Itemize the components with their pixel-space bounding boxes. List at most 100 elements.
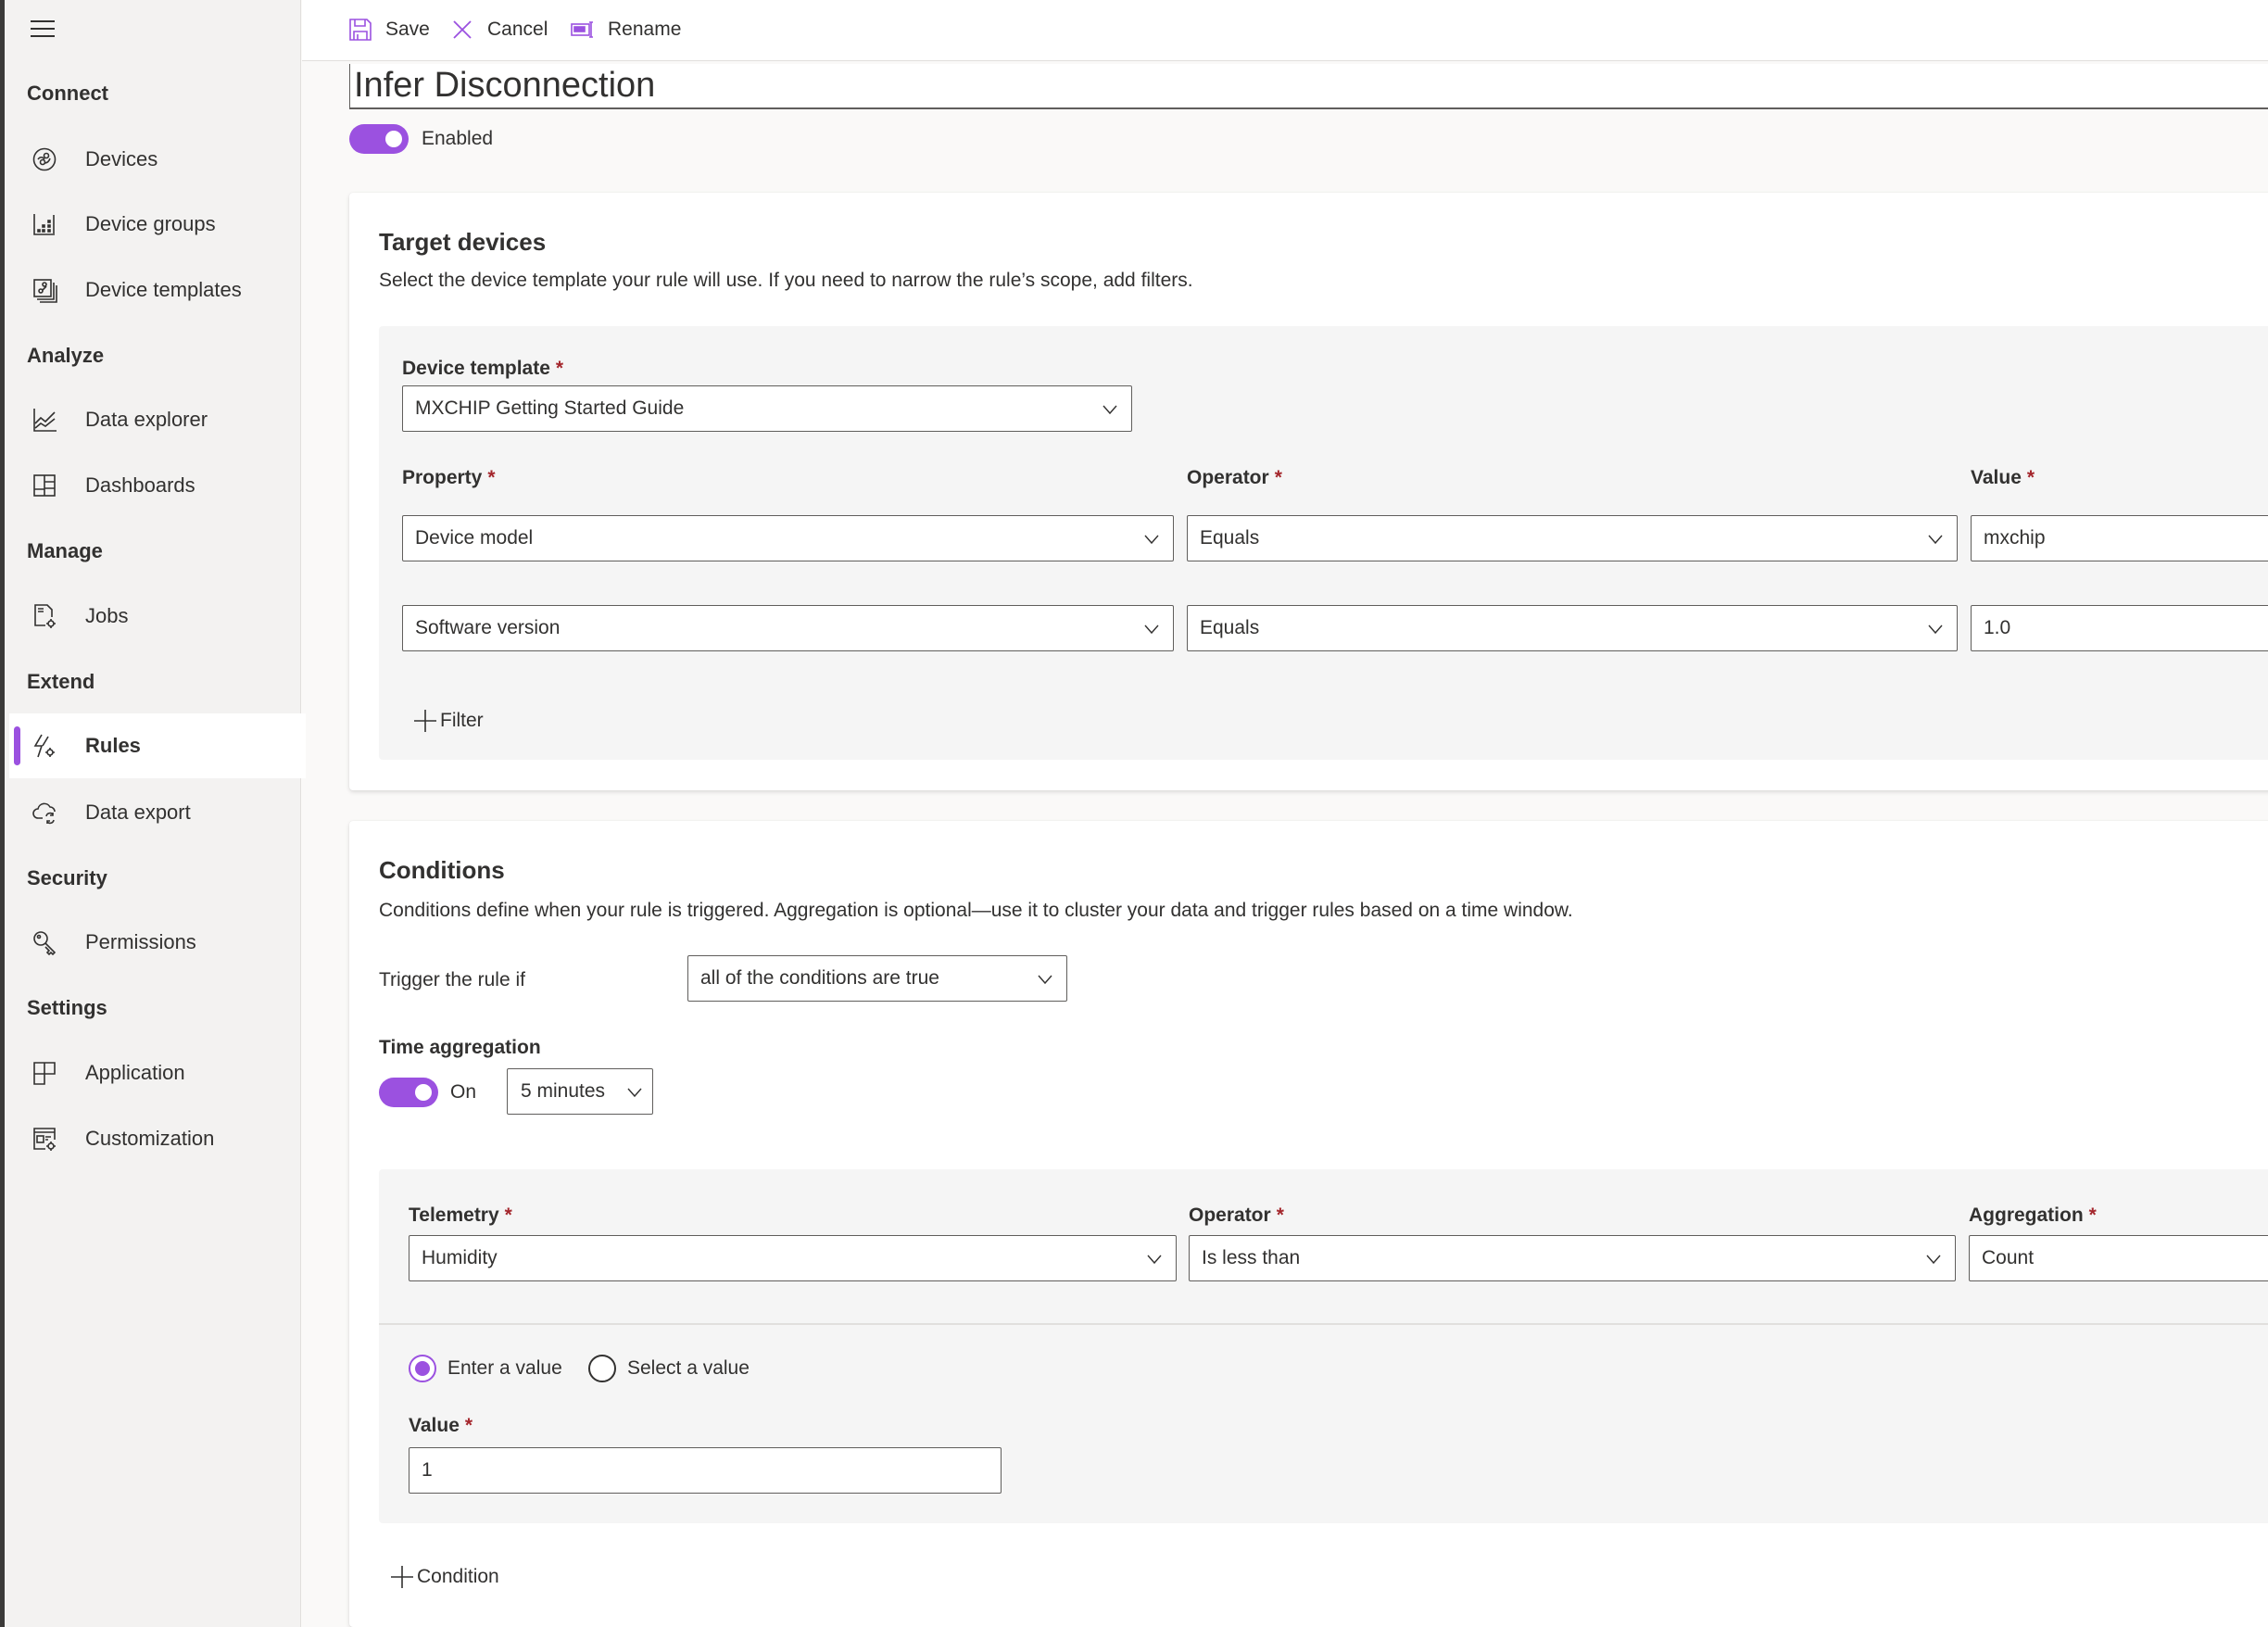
sidebar-item-label: Device groups <box>85 212 216 235</box>
chevron-down-icon <box>1144 624 1159 635</box>
target-devices-description: Select the device template your rule wil… <box>379 270 1193 291</box>
sidebar-item-label: Jobs <box>85 604 129 627</box>
devices-icon <box>32 147 57 171</box>
nav-section-extend: Extend <box>27 670 95 693</box>
sidebar-item-label: Application <box>85 1061 185 1084</box>
property-column-label: Property * <box>402 467 496 488</box>
target-devices-title: Target devices <box>379 228 547 256</box>
nav-section-connect: Connect <box>27 82 108 105</box>
save-button[interactable]: Save <box>348 13 430 46</box>
cancel-label: Cancel <box>487 19 548 40</box>
trigger-dropdown[interactable]: all of the conditions are true <box>687 955 1067 1002</box>
filter-1-operator-dropdown[interactable]: Equals <box>1187 515 1958 561</box>
device-groups-icon <box>33 214 55 235</box>
operator-column-label: Operator * <box>1187 467 1282 488</box>
telemetry-dropdown[interactable]: Humidity <box>409 1235 1177 1281</box>
chevron-down-icon <box>627 1088 642 1098</box>
conditions-title: Conditions <box>379 856 505 884</box>
filter-value: mxchip <box>1984 527 2046 549</box>
time-aggregation-label: Time aggregation <box>379 1037 541 1058</box>
chevron-down-icon <box>1144 535 1159 545</box>
sidebar-item-permissions[interactable]: Permissions <box>9 910 306 975</box>
filter-value: 1.0 <box>1984 617 2011 638</box>
conditions-description: Conditions define when your rule is trig… <box>379 900 1573 921</box>
filter-1-value-input[interactable]: mxchip <box>1971 515 2268 561</box>
condition-value-input[interactable] <box>409 1447 1002 1494</box>
sidebar-item-application[interactable]: Application <box>9 1041 306 1105</box>
value-label: Value * <box>409 1415 473 1436</box>
nav-section-manage: Manage <box>27 539 103 562</box>
sidebar-item-data-explorer[interactable]: Data explorer <box>9 387 306 452</box>
plus-icon <box>391 1566 413 1588</box>
filter-2-property-dropdown[interactable]: Software version <box>402 605 1174 651</box>
target-devices-card: Target devices Select the device templat… <box>349 193 2268 790</box>
telemetry-label: Telemetry * <box>409 1204 512 1226</box>
sidebar-item-data-export[interactable]: Data export <box>9 780 306 845</box>
hamburger-menu-button[interactable] <box>27 19 60 41</box>
jobs-icon <box>34 604 56 628</box>
cancel-button[interactable]: Cancel <box>450 13 548 46</box>
chevron-down-icon <box>1102 405 1117 415</box>
filter-operator-value: Equals <box>1200 527 1260 549</box>
select-value-label: Select a value <box>627 1357 750 1379</box>
sidebar-item-device-groups[interactable]: Device groups <box>9 192 306 257</box>
sidebar-item-label: Dashboards <box>85 473 195 497</box>
condition-operator-label: Operator * <box>1189 1204 1284 1226</box>
condition-divider <box>379 1323 2268 1325</box>
rules-icon <box>33 734 55 758</box>
trigger-value: all of the conditions are true <box>700 967 939 989</box>
filter-property-value: Device model <box>415 527 534 549</box>
enter-value-label: Enter a value <box>447 1357 562 1379</box>
sidebar-item-label: Device templates <box>85 278 242 301</box>
sidebar-item-label: Rules <box>85 734 141 757</box>
sidebar-item-rules[interactable]: Rules <box>9 713 306 778</box>
condition-operator-dropdown[interactable]: Is less than <box>1189 1235 1956 1281</box>
enter-value-radio[interactable] <box>409 1355 436 1382</box>
filter-2-operator-dropdown[interactable]: Equals <box>1187 605 1958 651</box>
time-aggregation-toggle[interactable] <box>379 1078 438 1107</box>
sidebar-item-label: Devices <box>85 147 158 170</box>
filter-operator-value: Equals <box>1200 617 1260 638</box>
filter-2-value-input[interactable]: 1.0 <box>1971 605 2268 651</box>
sidebar: Connect Devices Device groups Device tem… <box>5 0 306 1627</box>
select-value-radio[interactable] <box>588 1355 616 1382</box>
aggregation-value: Count <box>1982 1247 2035 1268</box>
add-condition-button[interactable]: Condition <box>389 1564 499 1590</box>
close-icon <box>453 20 472 39</box>
sidebar-item-label: Customization <box>85 1127 215 1150</box>
condition-panel: Telemetry * Operator * Aggregation * Humidi… <box>379 1169 2268 1523</box>
customization-icon <box>33 1128 56 1151</box>
value-column-label: Value * <box>1971 467 2035 488</box>
sidebar-item-devices[interactable]: Devices <box>9 127 306 192</box>
add-filter-button[interactable]: Filter <box>412 708 484 734</box>
sidebar-item-customization[interactable]: Customization <box>9 1106 306 1171</box>
enabled-toggle[interactable] <box>349 124 409 154</box>
save-label: Save <box>385 19 430 40</box>
sidebar-item-dashboards[interactable]: Dashboards <box>9 453 306 518</box>
conditions-card: Conditions Conditions define when your r… <box>349 821 2268 1627</box>
rename-label: Rename <box>608 19 682 40</box>
dashboard-icon <box>33 474 56 497</box>
add-condition-label: Condition <box>417 1566 499 1587</box>
rule-name-input[interactable] <box>349 64 2268 109</box>
sidebar-item-jobs[interactable]: Jobs <box>9 584 306 649</box>
plus-icon <box>414 710 436 732</box>
rename-button[interactable]: Rename <box>571 13 681 46</box>
enabled-label: Enabled <box>422 128 494 149</box>
telemetry-value: Humidity <box>422 1247 498 1268</box>
trigger-label: Trigger the rule if <box>379 969 525 990</box>
rename-icon <box>571 21 593 38</box>
aggregation-dropdown[interactable]: Count <box>1969 1235 2268 1281</box>
nav-section-settings: Settings <box>27 996 107 1019</box>
filter-1-property-dropdown[interactable]: Device model <box>402 515 1174 561</box>
device-template-dropdown[interactable]: MXCHIP Getting Started Guide <box>402 385 1132 432</box>
application-icon <box>33 1062 56 1085</box>
command-bar: Save Cancel Rename <box>302 0 2268 61</box>
nav-section-security: Security <box>27 866 107 889</box>
chevron-down-icon <box>1928 624 1943 635</box>
time-window-dropdown[interactable]: 5 minutes <box>507 1068 653 1115</box>
chevron-down-icon <box>1926 1255 1941 1265</box>
device-template-label: Device template * <box>402 358 564 379</box>
aggregation-label: Aggregation * <box>1969 1204 2097 1226</box>
sidebar-item-device-templates[interactable]: Device templates <box>9 258 306 322</box>
